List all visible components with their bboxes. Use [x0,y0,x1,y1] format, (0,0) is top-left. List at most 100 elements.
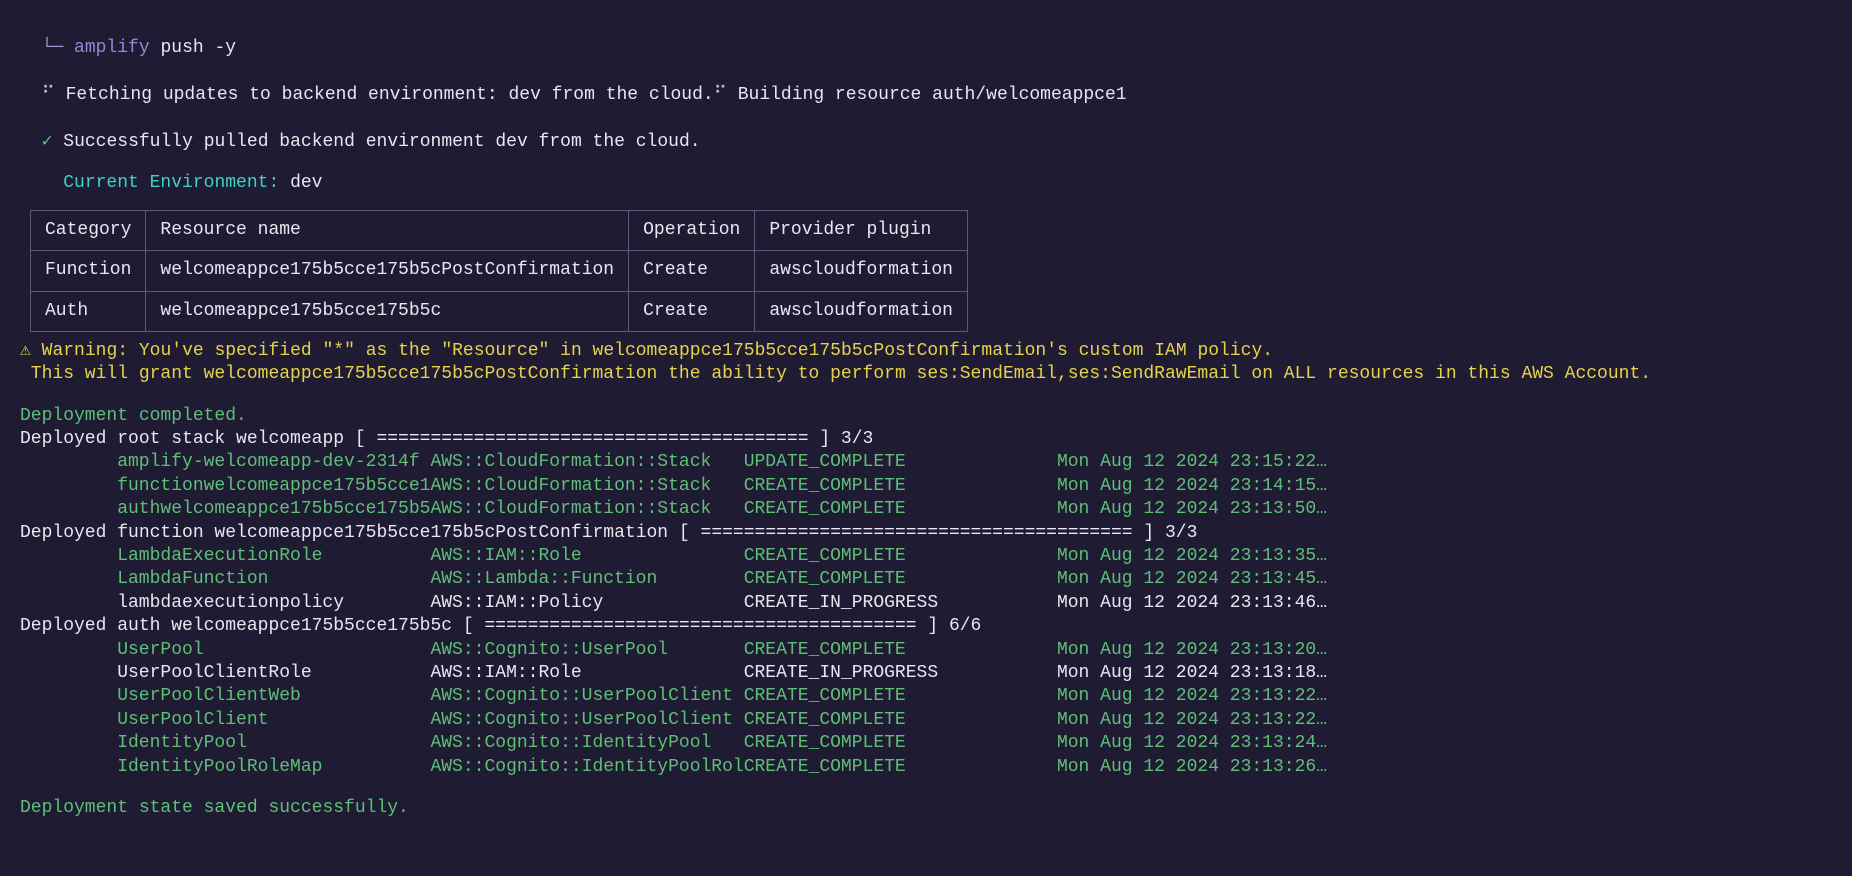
col-category: Category [31,210,146,250]
spinner-icon: ⠋ [42,85,55,105]
col-resource-name: Resource name [146,210,629,250]
deploy-resource-name: IdentityPoolRoleMap [117,756,430,779]
deploy-timestamp: Mon Aug 12 2024 23:13:18… [1057,662,1327,685]
deploy-resource-type: AWS::Cognito::UserPoolClient [430,709,743,732]
deploy-resource-type: AWS::CloudFormation::Stack [430,498,743,521]
success-text: Successfully pulled backend environment … [63,132,700,152]
deploy-timestamp: Mon Aug 12 2024 23:13:46… [1057,592,1327,615]
col-operation: Operation [629,210,755,250]
fetch-build-line: ⠋ Fetching updates to backend environmen… [20,61,1832,108]
prompt-corner-icon: └─ [42,38,64,58]
deployment-row: IdentityPoolRoleMapAWS::Cognito::Identit… [20,756,1832,779]
deployment-completed: Deployment completed. [20,405,1832,428]
warning-icon: ⚠ [20,341,31,361]
deploy-timestamp: Mon Aug 12 2024 23:14:15… [1057,475,1327,498]
spinner-icon: ⠋ [714,85,727,105]
resources-table: Category Resource name Operation Provide… [30,210,968,332]
deploy-timestamp: Mon Aug 12 2024 23:13:35… [1057,545,1327,568]
deploy-resource-name: lambdaexecutionpolicy [117,592,430,615]
deploy-resource-type: AWS::Cognito::IdentityPoolRol… [430,756,743,779]
stack-header: Deployed function welcomeappce175b5cce17… [20,522,1832,545]
deploy-timestamp: Mon Aug 12 2024 23:13:20… [1057,639,1327,662]
deploy-status: CREATE_COMPLETE [744,709,1057,732]
cell-operation: Create [629,251,755,291]
deploy-resource-type: AWS::Cognito::UserPoolClient [430,685,743,708]
deploy-status: CREATE_IN_PROGRESS [744,662,1057,685]
deploy-status: CREATE_COMPLETE [744,545,1057,568]
cell-category: Auth [31,291,146,331]
deploy-timestamp: Mon Aug 12 2024 23:13:50… [1057,498,1327,521]
check-icon: ✓ [42,132,53,152]
deploy-status: CREATE_COMPLETE [744,475,1057,498]
deploy-status: UPDATE_COMPLETE [744,451,1057,474]
deployment-row: UserPoolClientAWS::Cognito::UserPoolClie… [20,709,1832,732]
deploy-resource-name: UserPoolClient [117,709,430,732]
deploy-timestamp: Mon Aug 12 2024 23:13:26… [1057,756,1327,779]
deployment-row: lambdaexecutionpolicyAWS::IAM::PolicyCRE… [20,592,1832,615]
deploy-status: CREATE_COMPLETE [744,498,1057,521]
deployment-row: authwelcomeappce175b5cce175b5cAWS::Cloud… [20,498,1832,521]
deploy-timestamp: Mon Aug 12 2024 23:13:45… [1057,568,1327,591]
deployment-stacks: Deployed root stack welcomeapp [ =======… [20,428,1832,779]
cell-provider: awscloudformation [755,291,968,331]
deployment-row: LambdaExecutionRoleAWS::IAM::RoleCREATE_… [20,545,1832,568]
deploy-status: CREATE_COMPLETE [744,685,1057,708]
deployment-row: UserPoolClientRoleAWS::IAM::RoleCREATE_I… [20,662,1832,685]
warning-text-2: This will grant welcomeappce175b5cce175b… [20,364,1651,384]
deploy-resource-type: AWS::Cognito::IdentityPool [430,732,743,755]
environment-value: dev [290,173,322,193]
build-text: Building resource auth/welcomeappce1 [738,85,1127,105]
deployment-row: IdentityPoolAWS::Cognito::IdentityPoolCR… [20,732,1832,755]
deploy-timestamp: Mon Aug 12 2024 23:15:22… [1057,451,1327,474]
deploy-resource-name: IdentityPool [117,732,430,755]
warning-text-1: Warning: You've specified "*" as the "Re… [42,341,1273,361]
deployment-row: UserPoolClientWebAWS::Cognito::UserPoolC… [20,685,1832,708]
success-line: ✓ Successfully pulled backend environmen… [20,108,1832,155]
table-header-row: Category Resource name Operation Provide… [31,210,968,250]
deploy-status: CREATE_COMPLETE [744,639,1057,662]
deploy-resource-type: AWS::IAM::Role [430,662,743,685]
deployment-row: LambdaFunctionAWS::Lambda::FunctionCREAT… [20,568,1832,591]
stack-header: Deployed root stack welcomeapp [ =======… [20,428,1832,451]
environment-line: Current Environment: dev [20,172,1832,195]
command-name: amplify [74,38,150,58]
deploy-status: CREATE_COMPLETE [744,732,1057,755]
deploy-resource-name: LambdaFunction [117,568,430,591]
command-args: push -y [160,38,236,58]
command-line: └─ amplify push -y [20,14,1832,61]
deploy-resource-name: functionwelcomeappce175b5cce1… [117,475,430,498]
deploy-resource-type: AWS::CloudFormation::Stack [430,475,743,498]
deploy-resource-name: UserPoolClientWeb [117,685,430,708]
col-provider-plugin: Provider plugin [755,210,968,250]
deploy-status: CREATE_COMPLETE [744,756,1057,779]
cell-operation: Create [629,291,755,331]
deployment-state-saved: Deployment state saved successfully. [20,797,1832,820]
warning-line-1: ⚠ Warning: You've specified "*" as the "… [20,340,1832,363]
deploy-status: CREATE_IN_PROGRESS [744,592,1057,615]
deploy-resource-name: LambdaExecutionRole [117,545,430,568]
deployment-row: amplify-welcomeapp-dev-2314fAWS::CloudFo… [20,451,1832,474]
table-row: Function welcomeappce175b5cce175b5cPostC… [31,251,968,291]
deploy-resource-name: amplify-welcomeapp-dev-2314f [117,451,430,474]
table-row: Auth welcomeappce175b5cce175b5c Create a… [31,291,968,331]
deployment-row: functionwelcomeappce175b5cce1…AWS::Cloud… [20,475,1832,498]
environment-label: Current Environment: [63,173,279,193]
cell-provider: awscloudformation [755,251,968,291]
deploy-timestamp: Mon Aug 12 2024 23:13:22… [1057,709,1327,732]
deploy-resource-type: AWS::Lambda::Function [430,568,743,591]
cell-resource-name: welcomeappce175b5cce175b5c [146,291,629,331]
stack-header: Deployed auth welcomeappce175b5cce175b5c… [20,615,1832,638]
deploy-resource-type: AWS::Cognito::UserPool [430,639,743,662]
cell-resource-name: welcomeappce175b5cce175b5cPostConfirmati… [146,251,629,291]
deploy-resource-name: authwelcomeappce175b5cce175b5c [117,498,430,521]
deploy-timestamp: Mon Aug 12 2024 23:13:22… [1057,685,1327,708]
warning-line-2: This will grant welcomeappce175b5cce175b… [20,363,1832,386]
deploy-resource-type: AWS::IAM::Role [430,545,743,568]
deploy-resource-type: AWS::CloudFormation::Stack [430,451,743,474]
deploy-timestamp: Mon Aug 12 2024 23:13:24… [1057,732,1327,755]
deploy-resource-name: UserPool [117,639,430,662]
deploy-resource-type: AWS::IAM::Policy [430,592,743,615]
deploy-status: CREATE_COMPLETE [744,568,1057,591]
fetch-text: Fetching updates to backend environment:… [66,85,714,105]
deploy-resource-name: UserPoolClientRole [117,662,430,685]
